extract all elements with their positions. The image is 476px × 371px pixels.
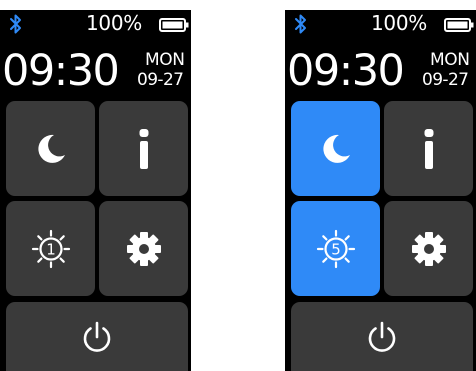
brightness-level: 1 xyxy=(46,240,56,258)
battery-full-icon xyxy=(159,18,189,32)
clock-day: MON xyxy=(145,50,185,70)
battery-percent: 100% xyxy=(86,11,142,35)
do-not-disturb-tile[interactable] xyxy=(291,101,380,196)
power-icon xyxy=(368,321,396,352)
watch-screen-left: 100% 09:30 MON 09-27 1 xyxy=(0,10,191,371)
brightness-tile[interactable]: 1 xyxy=(6,201,95,296)
power-tile[interactable] xyxy=(291,302,473,371)
brightness-icon: 1 xyxy=(31,229,70,268)
info-tile[interactable] xyxy=(384,101,473,196)
clock-day: MON xyxy=(430,50,470,70)
gear-icon xyxy=(411,231,446,266)
battery-percent: 100% xyxy=(371,11,427,35)
do-not-disturb-tile[interactable] xyxy=(6,101,95,196)
brightness-level: 5 xyxy=(331,240,341,258)
clock-date: 09-27 xyxy=(422,70,469,90)
watch-screen-right: 100% 09:30 MON 09-27 5 xyxy=(285,10,476,371)
power-icon xyxy=(83,321,111,352)
moon-icon xyxy=(322,134,350,163)
settings-tile[interactable] xyxy=(99,201,188,296)
moon-icon xyxy=(37,134,65,163)
status-bar: 100% xyxy=(285,10,476,44)
settings-tile[interactable] xyxy=(384,201,473,296)
power-tile[interactable] xyxy=(6,302,188,371)
info-tile[interactable] xyxy=(99,101,188,196)
bluetooth-icon xyxy=(10,14,21,34)
clock-time: 09:30 xyxy=(287,46,405,96)
battery-full-icon xyxy=(444,18,474,32)
gear-icon xyxy=(126,231,161,266)
clock-date: 09-27 xyxy=(137,70,184,90)
info-icon xyxy=(424,128,433,169)
info-icon xyxy=(139,128,148,169)
status-bar: 100% xyxy=(0,10,191,44)
canvas: 100% 09:30 MON 09-27 1 100% 09:30 MON 09… xyxy=(0,0,476,371)
brightness-icon: 5 xyxy=(316,229,355,268)
bluetooth-icon xyxy=(295,14,306,34)
brightness-tile[interactable]: 5 xyxy=(291,201,380,296)
clock-time: 09:30 xyxy=(2,46,120,96)
